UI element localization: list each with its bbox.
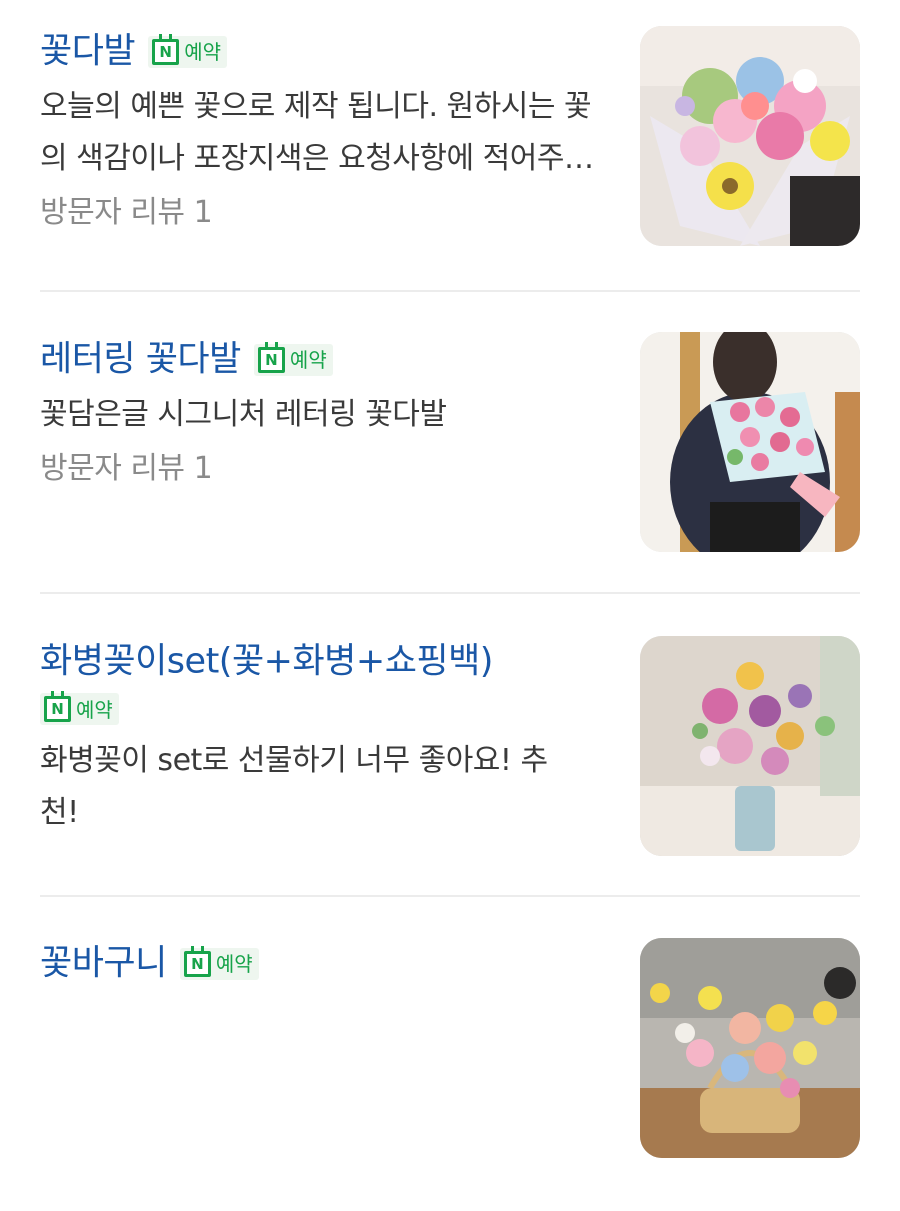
booking-badge-row: N 예약 <box>40 690 610 725</box>
divider <box>40 290 860 292</box>
menu-item-description: 화병꽂이 set로 선물하기 너무 좋아요! 추천! <box>40 742 548 830</box>
naver-calendar-icon: N <box>183 945 211 977</box>
menu-item-text: 꽃다발 N 예약 오늘의 예쁜 꽃으로 제작 됩니다. 원하시는 꽃의 색감이나… <box>40 26 610 239</box>
booking-badge: N 예약 <box>253 341 333 376</box>
lettering-bouquet-photo[interactable] <box>640 332 860 552</box>
naver-calendar-icon: N <box>152 33 180 65</box>
menu-item-title-row: 꽃다발 N 예약 <box>40 26 610 77</box>
menu-item-title[interactable]: 화병꽂이set(꽃+화병+쇼핑백) <box>40 642 493 682</box>
menu-item-text: 레터링 꽃다발 N 예약 꽃담은글 시그니처 레터링 꽃다발 방문자 리뷰 1 <box>40 334 610 495</box>
menu-item-description: 오늘의 예쁜 꽃으로 제작 됩니다. 원하시는 꽃의 색감이나 포장지색은 요청… <box>40 88 592 176</box>
menu-item-description: 꽃담은글 시그니처 레터링 꽃다발 <box>40 396 447 432</box>
lettering-bouquet-image <box>640 332 860 552</box>
booking-badge-label: 예약 <box>215 951 253 976</box>
menu-item[interactable]: 화병꽂이set(꽃+화병+쇼핑백) N 예약 화병꽂이 set로 선물하기 너무… <box>40 636 860 858</box>
divider <box>40 895 860 897</box>
naver-calendar-icon: N <box>44 690 71 722</box>
menu-item-title-row: 꽃바구니 N 예약 <box>40 938 610 989</box>
divider <box>40 592 860 594</box>
menu-item-title[interactable]: 꽃다발 <box>40 32 136 72</box>
booking-badge: N 예약 <box>148 33 228 68</box>
menu-item[interactable]: 꽃바구니 N 예약 <box>40 938 860 1160</box>
bouquet-image <box>640 26 860 246</box>
booking-badge-label: 예약 <box>289 347 327 372</box>
flower-basket-photo[interactable] <box>640 938 860 1158</box>
menu-item-text: 화병꽂이set(꽃+화병+쇼핑백) N 예약 화병꽂이 set로 선물하기 너무… <box>40 636 610 839</box>
menu-item-text: 꽃바구니 N 예약 <box>40 938 610 989</box>
vase-arrangement-photo[interactable] <box>640 636 860 856</box>
flower-basket-image <box>640 938 860 1158</box>
menu-item[interactable]: 꽃다발 N 예약 오늘의 예쁜 꽃으로 제작 됩니다. 원하시는 꽃의 색감이나… <box>40 26 860 248</box>
menu-item-title[interactable]: 꽃바구니 <box>40 944 167 984</box>
naver-calendar-icon: N <box>257 341 285 373</box>
booking-badge-label: 예약 <box>76 698 113 722</box>
booking-badge: N 예약 <box>40 690 119 725</box>
menu-item-title[interactable]: 레터링 꽃다발 <box>40 340 241 380</box>
booking-badge: N 예약 <box>179 945 259 980</box>
menu-item-title-row: 화병꽂이set(꽃+화병+쇼핑백) <box>40 636 610 687</box>
visitor-review-count[interactable]: 방문자 리뷰 1 <box>40 443 610 495</box>
menu-item[interactable]: 레터링 꽃다발 N 예약 꽃담은글 시그니처 레터링 꽃다발 방문자 리뷰 1 <box>40 332 860 556</box>
vase-arrangement-image <box>640 636 860 856</box>
booking-badge-label: 예약 <box>184 39 222 64</box>
bouquet-photo[interactable] <box>640 26 860 246</box>
menu-item-title-row: 레터링 꽃다발 N 예약 <box>40 334 610 385</box>
visitor-review-count[interactable]: 방문자 리뷰 1 <box>40 187 610 239</box>
